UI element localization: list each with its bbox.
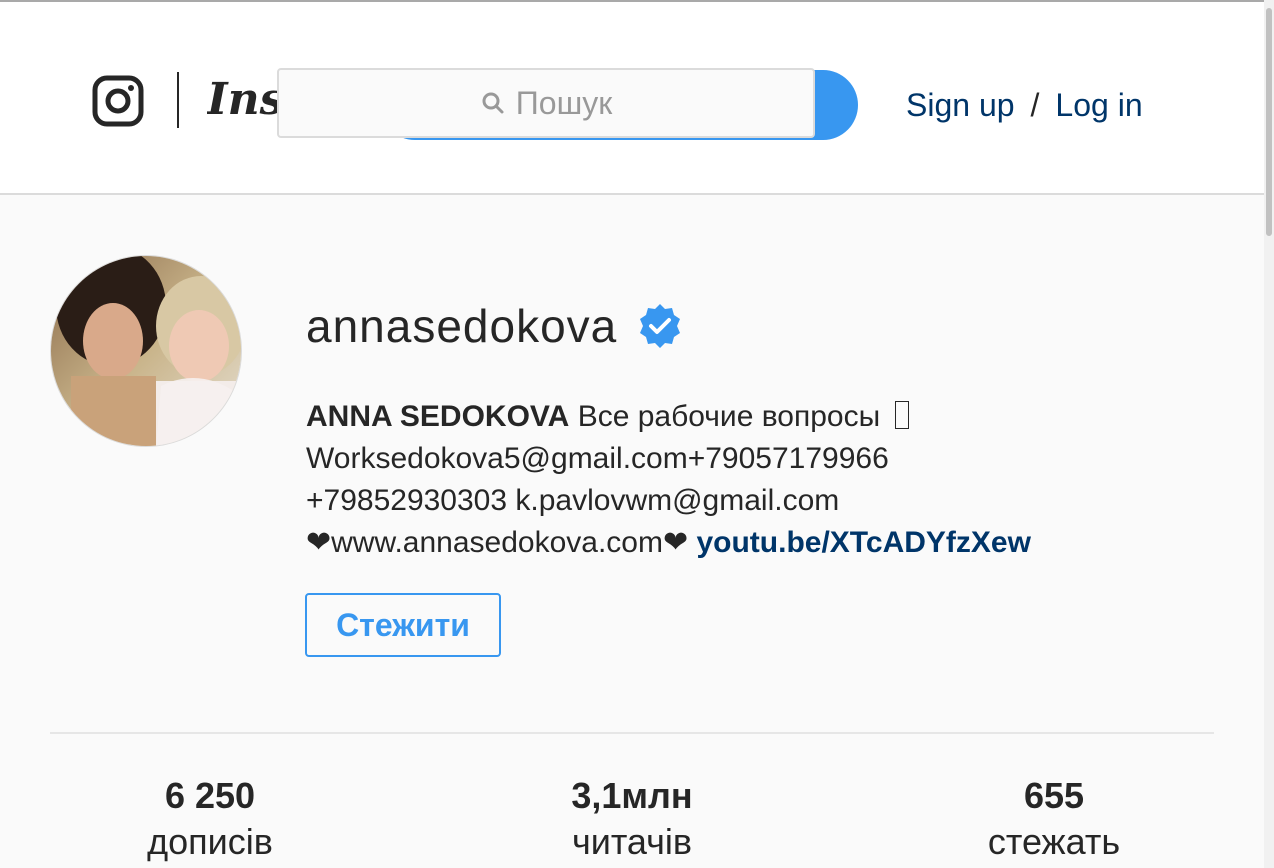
profile-username: annasedokova [306, 300, 618, 352]
scrollbar-thumb[interactable] [1266, 8, 1272, 236]
verified-badge-icon [640, 304, 681, 348]
follow-button[interactable]: Стежити [305, 593, 501, 657]
unsupported-emoji-icon [894, 401, 909, 429]
bio-text: Все рабочие вопросы [569, 400, 889, 433]
avatar-photo [51, 256, 241, 446]
login-link[interactable]: Log in [1055, 87, 1142, 124]
stat-posts-value: 6 250 [164, 775, 256, 816]
stat-followers-value: 3,1млн [571, 775, 693, 816]
stat-followers-label: читачів [571, 821, 693, 862]
logo-divider [177, 72, 179, 128]
search-placeholder: Пошук [515, 84, 613, 121]
profile-full-name: ANNA SEDOKOVA [306, 400, 570, 433]
stat-following[interactable]: 655 стежать [884, 772, 1224, 864]
auth-separator: / [1030, 86, 1040, 123]
bio-external-link[interactable]: youtu.be/XTcADYfzXew [696, 526, 1030, 559]
bio-line-1: ANNA SEDOKOVA Все рабочие вопросы [306, 396, 1206, 438]
search-input[interactable]: Пошук [277, 68, 815, 138]
signup-link[interactable]: Sign up [906, 87, 1015, 124]
bio-line-2: Worksedokova5@gmail.com+79057179966 [306, 442, 889, 475]
vertical-scrollbar[interactable] [1264, 0, 1274, 868]
stats-divider [50, 732, 1214, 734]
profile-header: annasedokova [306, 296, 683, 356]
stat-posts: 6 250 дописів [40, 772, 380, 864]
stat-following-label: стежать [987, 821, 1121, 862]
instagram-wordmark[interactable]: Instagram [207, 72, 279, 132]
bio-line-4: ❤www.annasedokova.com❤ youtu.be/XTcADYfz… [306, 522, 1206, 564]
bio-line-3: +79852930303 k.pavlovwm@gmail.com [306, 484, 840, 517]
stat-posts-label: дописів [147, 821, 273, 862]
profile-avatar[interactable] [50, 255, 242, 447]
instagram-camera-icon[interactable] [92, 75, 144, 127]
auth-links: Sign up / Log in [906, 82, 1143, 128]
search-icon [482, 92, 504, 114]
bio-website-text: ❤www.annasedokova.com❤ [306, 526, 697, 559]
stat-following-value: 655 [1023, 775, 1085, 816]
stat-followers[interactable]: 3,1млн читачів [462, 772, 802, 864]
profile-bio: ANNA SEDOKOVA Все рабочие вопросы Workse… [306, 396, 1206, 564]
